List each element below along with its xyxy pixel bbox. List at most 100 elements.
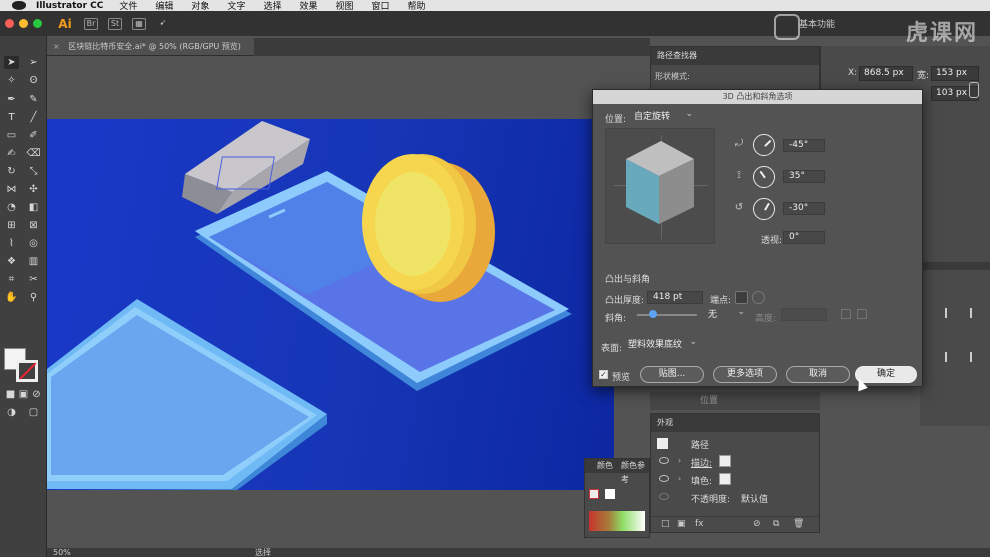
appearance-opacity-row[interactable]: 不透明度: 默认值 [651, 490, 819, 506]
menu-app-name[interactable]: Illustrator CC [36, 1, 103, 11]
zoom-tool-icon[interactable]: ⚲ [26, 291, 41, 304]
bevel-extent-in-icon[interactable] [841, 309, 851, 319]
rotate-z-field[interactable]: -30° [783, 202, 825, 215]
none-color-icon[interactable] [589, 489, 599, 499]
rotation-cube-track[interactable] [605, 128, 715, 244]
fill-color-swatch[interactable] [719, 473, 731, 485]
constrain-link-icon[interactable] [969, 82, 979, 98]
stroke-swatch[interactable] [16, 360, 38, 382]
line-tool-icon[interactable]: ╱ [26, 111, 41, 124]
stock-icon[interactable]: St [108, 17, 122, 30]
white-color-icon[interactable] [605, 489, 615, 499]
shaper-tool-icon[interactable]: ✍ [4, 147, 19, 160]
height-field[interactable] [781, 308, 827, 321]
stroke-color-swatch[interactable] [719, 455, 731, 467]
preview-label[interactable]: 预览 [612, 370, 630, 383]
menu-window[interactable]: 窗口 [371, 0, 389, 11]
opacity-label[interactable]: 不透明度: [691, 492, 730, 505]
rotation-cube[interactable] [606, 129, 716, 245]
bevel-dropdown[interactable]: 无 [705, 305, 749, 322]
none-mode-icon[interactable]: ⊘ [29, 388, 44, 401]
screen-mode-icon[interactable]: ▢ [26, 406, 41, 419]
distribute-right-icon[interactable] [970, 352, 980, 362]
selection-tool-icon[interactable]: ➤ [4, 56, 19, 69]
rotate-z-dial[interactable] [753, 198, 775, 220]
bridge-icon[interactable]: Br [84, 17, 98, 30]
close-window-icon[interactable] [5, 19, 14, 28]
eraser-icon[interactable]: ⌫ [26, 147, 41, 160]
menu-help[interactable]: 帮助 [408, 0, 426, 11]
menu-view[interactable]: 视图 [335, 0, 353, 11]
menu-object[interactable]: 对象 [191, 0, 209, 11]
color-spectrum[interactable] [589, 511, 645, 531]
opacity-visibility-icon[interactable] [659, 493, 669, 500]
fill-expand-icon[interactable]: › [678, 474, 681, 483]
draw-mode-icon[interactable]: ◑ [4, 406, 19, 419]
slice-tool-icon[interactable]: ✂ [26, 273, 41, 286]
preview-checkbox[interactable]: ✓ [599, 370, 608, 379]
distribute-center-icon[interactable] [945, 352, 955, 362]
blend-tool-icon[interactable]: ◎ [26, 237, 41, 250]
clear-appearance-icon[interactable]: ⊘ [753, 519, 761, 529]
menu-select[interactable]: 选择 [263, 0, 281, 11]
fill-visibility-icon[interactable] [659, 475, 669, 482]
artboard[interactable] [47, 119, 614, 490]
rotate-y-dial[interactable] [753, 166, 775, 188]
pathfinder-title[interactable]: 路径查找器 [651, 47, 819, 65]
extrude-slider-knob[interactable] [649, 310, 657, 318]
tab-color[interactable]: 颜色 [597, 459, 613, 473]
lasso-icon[interactable]: ʘ [26, 74, 41, 87]
paintbrush-icon[interactable]: ✐ [26, 129, 41, 142]
phone-small[interactable] [47, 299, 327, 490]
document-tab[interactable]: × 区块链比特币安全.ai* @ 50% (RGB/GPU 预览) [47, 38, 254, 56]
menu-edit[interactable]: 编辑 [155, 0, 173, 11]
shape-builder-icon[interactable]: ◔ [4, 201, 19, 214]
rotate-tool-icon[interactable]: ↻ [4, 165, 19, 178]
stroke-expand-icon[interactable]: › [678, 456, 681, 465]
stroke-visibility-icon[interactable] [659, 457, 669, 464]
delete-item-icon[interactable]: 🗑 [793, 519, 804, 529]
add-stroke-icon[interactable]: □ [661, 519, 670, 529]
apple-icon[interactable] [12, 1, 26, 10]
mesh-tool-icon[interactable]: ⊠ [26, 219, 41, 232]
x-field[interactable]: 868.5 px [859, 66, 913, 81]
rectangle-tool-icon[interactable]: ▭ [4, 129, 19, 142]
width-field[interactable]: 153 px [931, 66, 979, 81]
curvature-tool-icon[interactable]: ✎ [26, 93, 41, 106]
perspective-field[interactable]: 0° [783, 231, 825, 244]
cap-on-button[interactable] [735, 291, 748, 304]
fill-label[interactable]: 填色: [691, 474, 712, 487]
duplicate-item-icon[interactable]: ⧉ [773, 519, 779, 529]
rotate-y-field[interactable]: 35° [783, 170, 825, 183]
menu-type[interactable]: 文字 [227, 0, 245, 11]
align-center-icon[interactable] [945, 308, 955, 318]
zoom-level[interactable]: 50% [53, 548, 71, 557]
live-paint-icon[interactable]: ◧ [26, 201, 41, 214]
extrude-depth-field[interactable]: 418 pt [647, 291, 703, 304]
align-right-icon[interactable] [970, 308, 980, 318]
cap-off-button[interactable] [752, 291, 765, 304]
width-tool-icon[interactable]: ⋈ [4, 183, 19, 196]
type-tool-icon[interactable]: T [4, 111, 19, 124]
add-fill-icon[interactable]: ▣ [677, 519, 686, 529]
extrude-slider-track[interactable] [637, 314, 697, 316]
cancel-button[interactable]: 取消 [786, 366, 850, 383]
hand-tool-icon[interactable]: ✋ [4, 291, 19, 304]
magic-wand-icon[interactable]: ✧ [4, 74, 19, 87]
eyedropper-icon[interactable]: ⌇ [4, 237, 19, 250]
direct-selection-tool-icon[interactable]: ➢ [26, 56, 41, 69]
minimize-window-icon[interactable] [19, 19, 28, 28]
workspace-switcher[interactable]: 基本功能 [799, 17, 835, 30]
arrange-documents-icon[interactable]: ▦ [132, 17, 146, 30]
more-options-button[interactable]: 更多选项 [713, 366, 777, 383]
artboard-tool-icon[interactable]: ⌗ [4, 273, 19, 286]
scale-tool-icon[interactable]: ⤡ [26, 165, 41, 178]
appearance-fill-row[interactable]: › 填色: [651, 472, 819, 488]
surface-dropdown[interactable]: 塑料效果底纹 [625, 335, 701, 352]
bevel-extent-out-icon[interactable] [857, 309, 867, 319]
zoom-window-icon[interactable] [33, 19, 42, 28]
position-dropdown[interactable]: 自定旋转 [631, 107, 697, 124]
column-graph-icon[interactable]: ▥ [26, 255, 41, 268]
tab-color-guide[interactable]: 颜色参考 [621, 459, 649, 487]
rotate-x-dial[interactable] [753, 134, 775, 156]
